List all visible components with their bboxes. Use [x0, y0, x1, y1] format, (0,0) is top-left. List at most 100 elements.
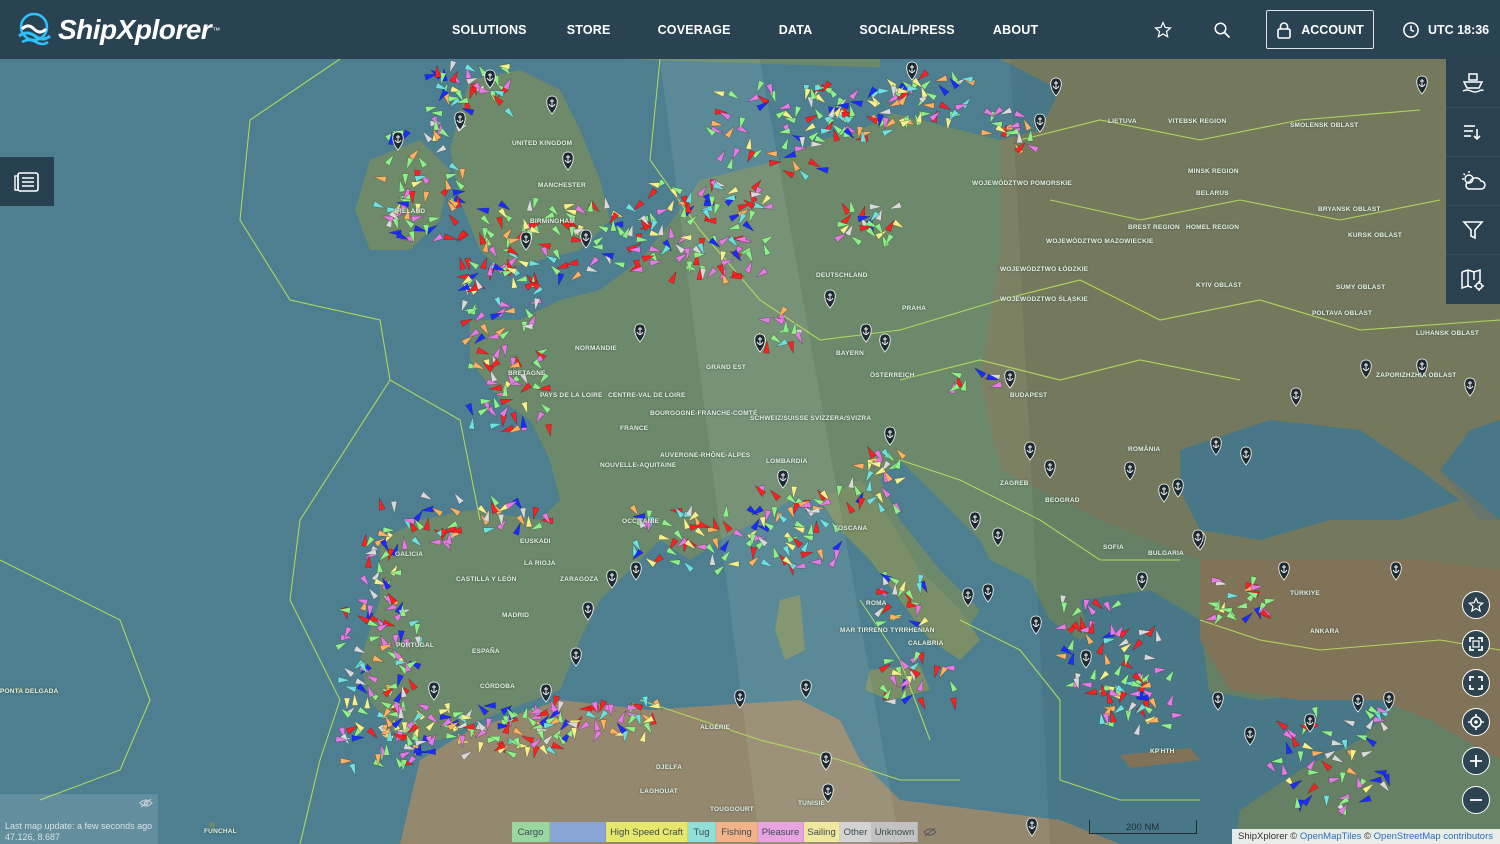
- vessel-marker[interactable]: [636, 235, 649, 243]
- vessel-marker[interactable]: [452, 491, 465, 505]
- vessel-marker[interactable]: [742, 220, 756, 233]
- vessel-marker[interactable]: [849, 234, 863, 247]
- vessel-marker[interactable]: [563, 201, 576, 211]
- attribution-osm-link[interactable]: OpenStreetMap contributors: [1374, 831, 1493, 842]
- vessel-marker[interactable]: [881, 126, 895, 137]
- vessel-marker[interactable]: [934, 74, 948, 84]
- vessel-marker[interactable]: [625, 713, 638, 727]
- weather-layer-button[interactable]: [1446, 157, 1500, 206]
- vessel-marker[interactable]: [1154, 666, 1167, 674]
- vessel-marker[interactable]: [591, 729, 603, 743]
- vessel-marker[interactable]: [755, 267, 769, 280]
- vessel-marker[interactable]: [419, 491, 433, 503]
- nav-store[interactable]: STORE: [567, 23, 611, 37]
- vessel-marker[interactable]: [439, 713, 453, 721]
- vessel-marker[interactable]: [445, 732, 459, 740]
- vessel-marker[interactable]: [530, 506, 540, 520]
- port-anchor-icon[interactable]: [484, 69, 496, 89]
- utc-clock[interactable]: UTC 18:36: [1402, 0, 1489, 59]
- vessel-marker[interactable]: [406, 677, 418, 691]
- vessel-marker[interactable]: [1374, 768, 1387, 777]
- port-anchor-icon[interactable]: [992, 527, 1004, 547]
- port-anchor-icon[interactable]: [1210, 436, 1222, 456]
- vessel-marker[interactable]: [888, 201, 903, 212]
- vessel-marker[interactable]: [727, 223, 741, 232]
- port-anchor-icon[interactable]: [630, 561, 642, 581]
- vessel-marker[interactable]: [848, 87, 861, 101]
- vessel-marker[interactable]: [476, 206, 490, 215]
- vessel-marker[interactable]: [875, 618, 889, 628]
- vessel-marker[interactable]: [1091, 598, 1105, 611]
- vessel-marker[interactable]: [489, 421, 503, 430]
- port-anchor-icon[interactable]: [906, 61, 918, 81]
- port-anchor-icon[interactable]: [1240, 446, 1252, 466]
- vessel-marker[interactable]: [732, 528, 746, 540]
- port-anchor-icon[interactable]: [1080, 649, 1092, 669]
- vessel-marker[interactable]: [865, 113, 879, 125]
- port-anchor-icon[interactable]: [570, 647, 582, 667]
- vessel-marker[interactable]: [585, 265, 599, 275]
- legend-fishing[interactable]: Fishing: [716, 822, 758, 842]
- vessel-marker[interactable]: [932, 665, 941, 678]
- fullscreen-button[interactable]: [1462, 630, 1490, 658]
- vessel-marker[interactable]: [647, 702, 661, 710]
- vessel-marker[interactable]: [514, 275, 528, 284]
- port-anchor-icon[interactable]: [879, 333, 891, 353]
- vessel-marker[interactable]: [727, 89, 741, 102]
- vessel-marker[interactable]: [512, 522, 523, 536]
- vessel-marker[interactable]: [342, 665, 355, 678]
- vessel-marker[interactable]: [520, 401, 530, 415]
- vessel-marker[interactable]: [410, 535, 424, 549]
- port-anchor-icon[interactable]: [969, 511, 981, 531]
- port-anchor-icon[interactable]: [820, 751, 832, 771]
- vessel-marker[interactable]: [746, 209, 757, 223]
- vessel-marker[interactable]: [376, 497, 386, 511]
- legend-cargo[interactable]: Cargo: [512, 822, 550, 842]
- vessel-marker[interactable]: [355, 683, 369, 695]
- vessel-marker[interactable]: [949, 369, 963, 380]
- vessel-marker[interactable]: [681, 516, 691, 530]
- vessel-marker[interactable]: [423, 517, 432, 531]
- port-anchor-icon[interactable]: [1244, 726, 1256, 746]
- vessel-marker[interactable]: [1089, 667, 1099, 681]
- vessel-marker[interactable]: [1121, 659, 1134, 672]
- vessel-marker[interactable]: [351, 693, 359, 706]
- vessel-marker[interactable]: [990, 120, 1003, 128]
- vessel-marker[interactable]: [1301, 793, 1314, 807]
- vessel-marker[interactable]: [526, 198, 533, 212]
- port-anchor-icon[interactable]: [1290, 387, 1302, 407]
- nav-coverage[interactable]: COVERAGE: [658, 23, 731, 37]
- vessel-marker[interactable]: [875, 500, 887, 514]
- vessel-marker[interactable]: [340, 757, 353, 765]
- vessel-marker[interactable]: [656, 206, 669, 216]
- vessel-marker[interactable]: [533, 410, 546, 424]
- vessel-marker[interactable]: [645, 187, 659, 201]
- vessel-marker[interactable]: [503, 106, 516, 120]
- vessel-marker[interactable]: [1133, 722, 1143, 736]
- vessel-marker[interactable]: [647, 180, 661, 189]
- vessel-marker[interactable]: [1289, 778, 1303, 790]
- port-anchor-icon[interactable]: [606, 569, 618, 589]
- vessel-marker[interactable]: [443, 233, 457, 242]
- vessel-marker[interactable]: [366, 586, 379, 600]
- vessel-marker[interactable]: [950, 697, 958, 711]
- vessel-marker[interactable]: [551, 224, 563, 238]
- vessel-marker[interactable]: [501, 226, 514, 240]
- vessel-marker[interactable]: [694, 526, 708, 539]
- vessel-marker[interactable]: [521, 706, 531, 720]
- vessel-marker[interactable]: [844, 500, 856, 515]
- vessel-marker[interactable]: [750, 546, 758, 560]
- port-anchor-icon[interactable]: [1124, 461, 1136, 481]
- vessel-marker[interactable]: [817, 516, 831, 529]
- vessel-marker[interactable]: [938, 101, 952, 113]
- vessel-marker[interactable]: [1025, 142, 1040, 153]
- legend-tanker[interactable]: [550, 822, 606, 842]
- vessel-marker[interactable]: [452, 188, 466, 197]
- vessel-marker[interactable]: [510, 276, 518, 289]
- vessel-marker[interactable]: [1275, 718, 1289, 731]
- vessel-marker[interactable]: [850, 99, 863, 108]
- vessel-marker[interactable]: [813, 520, 820, 533]
- vessel-marker[interactable]: [709, 553, 716, 566]
- vessel-marker[interactable]: [492, 345, 503, 359]
- vessel-marker[interactable]: [1127, 690, 1141, 698]
